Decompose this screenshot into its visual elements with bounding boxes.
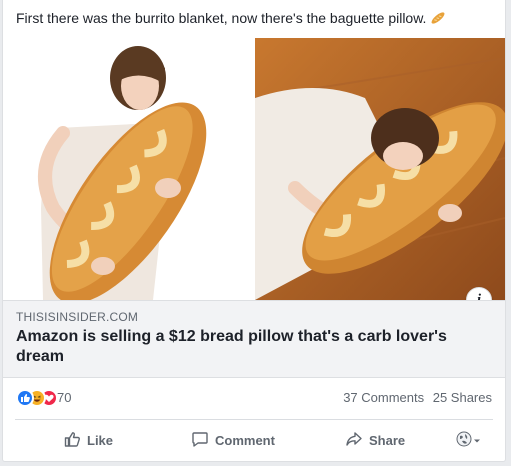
post-message-text: First there was the burrito blanket, now… [16,10,427,26]
shares-count-link[interactable]: 25 Shares [433,390,492,405]
audience-selector[interactable] [456,431,482,452]
link-title[interactable]: Amazon is selling a $12 bread pillow tha… [16,327,486,367]
engagement-counts: 37 Comments 25 Shares [343,390,492,405]
post-message: First there was the burrito blanket, now… [16,9,446,27]
share-icon [345,430,369,451]
share-button-label: Share [369,432,406,448]
thumbs-up-icon [63,430,87,451]
share-button[interactable]: Share [345,426,405,454]
comment-button-label: Comment [215,432,275,448]
post-actions: Like Comment Share [3,420,505,458]
link-image-area[interactable] [3,38,505,300]
link-domain: THISISINSIDER.COM [16,310,139,324]
globe-icon [456,431,472,452]
comment-button[interactable]: Comment [191,426,275,454]
photo-woman-lying-on-bread-pillow[interactable] [255,38,505,300]
comment-icon [191,430,215,451]
post-card: First there was the burrito blanket, now… [2,0,506,462]
reaction-count[interactable]: 70 [57,390,71,405]
post-stats: 70 37 Comments 25 Shares [3,378,505,418]
photo-woman-hugging-bread-pillow[interactable] [3,38,253,300]
like-button-label: Like [87,432,114,448]
like-reaction-icon [16,389,34,407]
like-button[interactable]: Like [63,426,113,454]
chevron-down-icon [472,433,482,451]
baguette-emoji-icon [430,10,446,26]
comments-count-link[interactable]: 37 Comments [343,390,424,405]
link-preview[interactable]: THISISINSIDER.COM Amazon is selling a $1… [3,300,505,378]
